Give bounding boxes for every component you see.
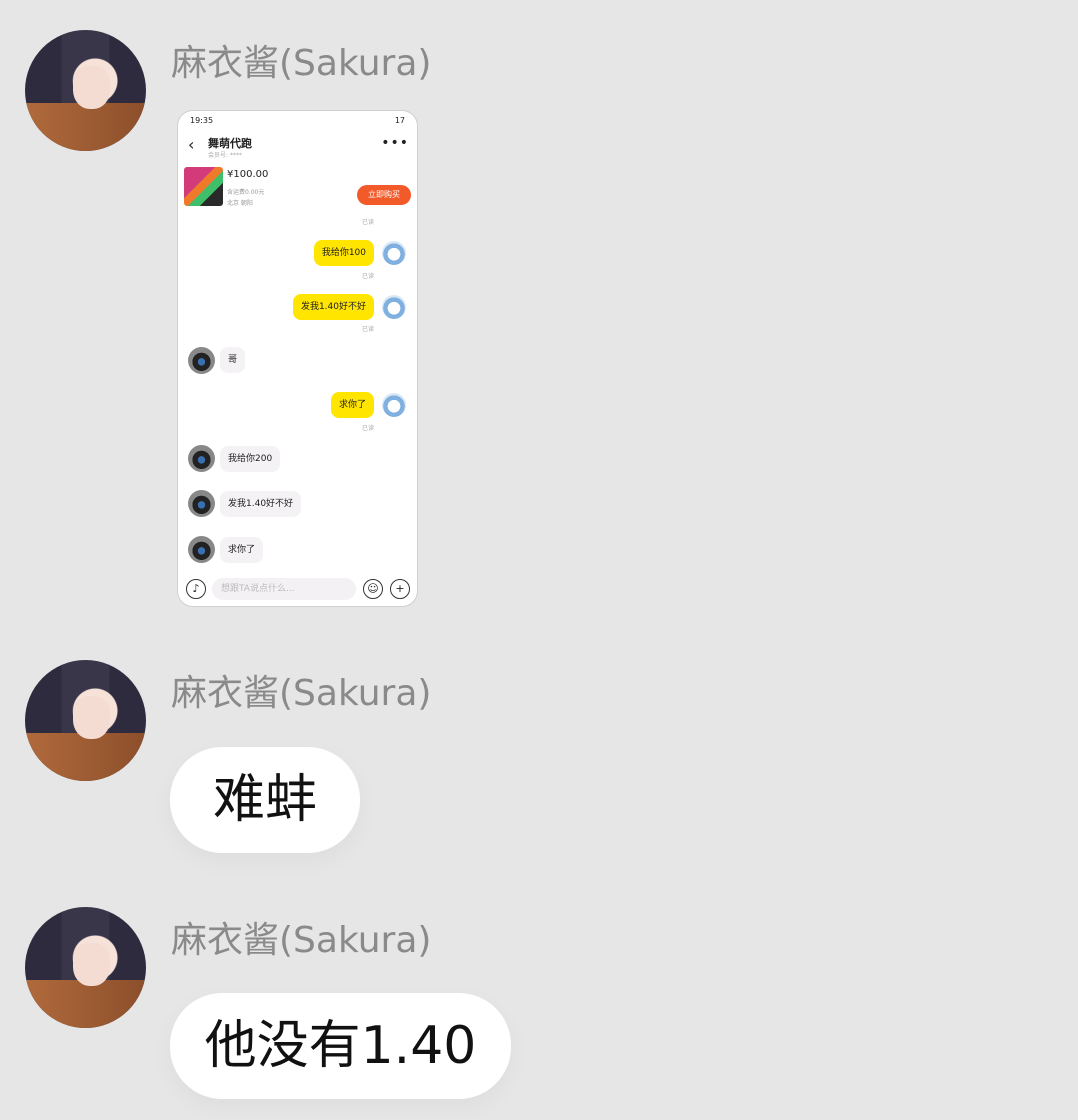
chat-bubble-me: 求你了 — [330, 392, 374, 418]
other-avatar — [188, 347, 215, 374]
chat-subtitle: 会员号: **** — [208, 152, 242, 159]
sender-name: 麻衣酱(Sakura) — [171, 673, 432, 714]
chat-message: 麻衣酱(Sakura) 难蚌 — [0, 630, 1078, 870]
sender-avatar[interactable] — [25, 660, 146, 781]
chat-title: 舞萌代跑 — [208, 137, 252, 150]
chat-message: 麻衣酱(Sakura) 他没有1.40 — [0, 877, 1078, 1120]
chat-bubble-me: 我给你100 — [313, 240, 374, 266]
other-avatar — [188, 536, 215, 563]
product-price: ¥100.00 — [227, 169, 269, 180]
read-status: 已读 — [361, 219, 374, 226]
sender-avatar[interactable] — [25, 907, 146, 1028]
emoji-icon: ☺ — [363, 579, 383, 599]
my-avatar — [382, 241, 406, 265]
chat-bubble-other: 我给你200 — [220, 446, 281, 472]
product-thumbnail — [184, 167, 223, 206]
chat-bubble-other: 求你了 — [220, 537, 264, 563]
product-location: 北京 朝阳 — [227, 200, 253, 207]
buy-now-button: 立即购买 — [357, 185, 411, 205]
input-bar: ♪ 想跟TA说点什么... ☺ + — [184, 576, 411, 602]
status-time: 19:35 — [190, 116, 214, 125]
read-status: 已读 — [361, 425, 374, 432]
more-dots-icon: ••• — [381, 135, 409, 151]
message-input: 想跟TA说点什么... — [212, 578, 356, 600]
message-bubble[interactable]: 他没有1.40 — [170, 993, 511, 1099]
chat-bubble-other: 哥 — [220, 347, 246, 373]
sender-name: 麻衣酱(Sakura) — [171, 43, 432, 84]
battery-level: 17 — [394, 116, 405, 125]
read-status: 已读 — [361, 273, 374, 280]
message-bubble[interactable]: 难蚌 — [170, 747, 360, 853]
chat-bubble-other: 发我1.40好不好 — [220, 491, 302, 517]
other-avatar — [188, 445, 215, 472]
my-avatar — [382, 393, 406, 417]
chat-bubble-me: 发我1.40好不好 — [292, 294, 374, 320]
sender-avatar[interactable] — [25, 30, 146, 151]
back-icon: ‹ — [188, 135, 195, 154]
microphone-icon: ♪ — [186, 579, 206, 599]
product-shipping: 含运费0.00元 — [227, 189, 265, 196]
plus-icon: + — [390, 579, 410, 599]
screenshot-image[interactable]: 19:35 17 ‹ 舞萌代跑 会员号: **** ••• ¥100.00 含运… — [177, 110, 418, 607]
chat-header: ‹ 舞萌代跑 会员号: **** ••• — [188, 135, 409, 159]
other-avatar — [188, 490, 215, 517]
my-avatar — [382, 295, 406, 319]
sender-name: 麻衣酱(Sakura) — [171, 920, 432, 961]
status-bar: 19:35 17 — [190, 116, 405, 126]
chat-message-image: 麻衣酱(Sakura) 19:35 17 ‹ 舞萌代跑 会员号: **** ••… — [0, 0, 1078, 630]
read-status: 已读 — [361, 326, 374, 333]
